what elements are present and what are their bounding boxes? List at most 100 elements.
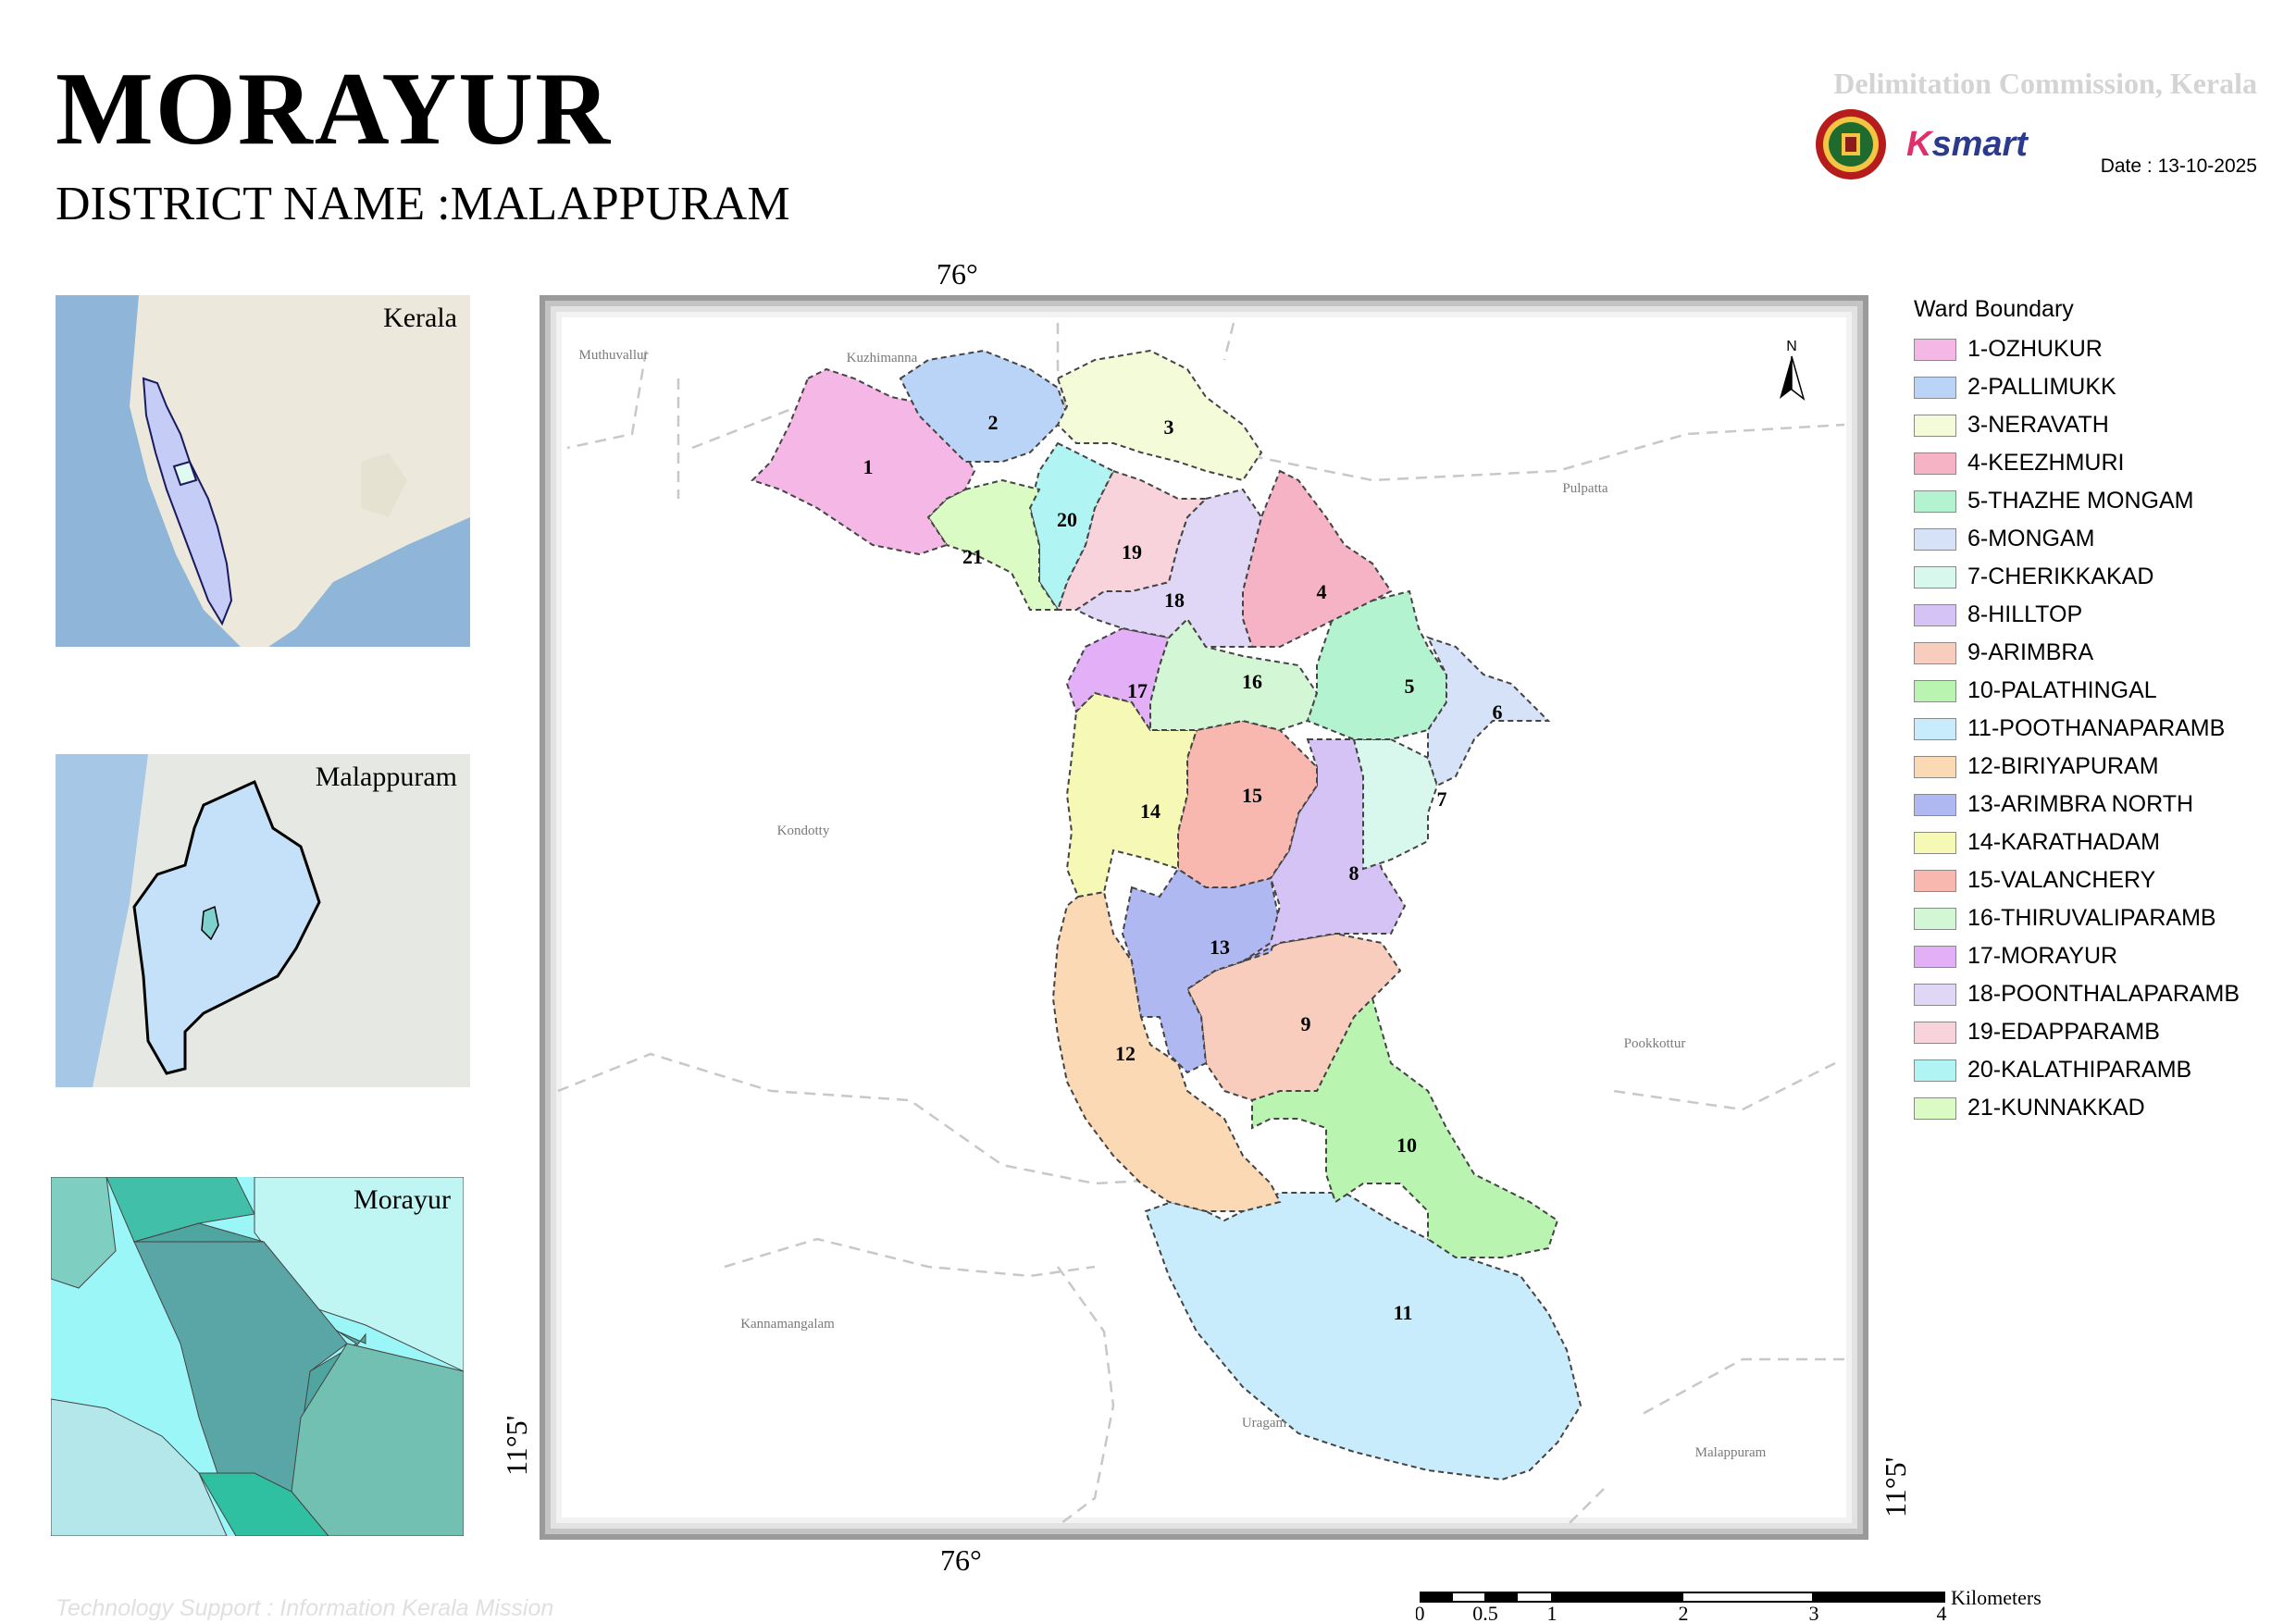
ward-number-20: 20 xyxy=(1057,508,1077,531)
ward-number-5: 5 xyxy=(1405,675,1415,698)
scale-bar: Kilometers 0 0.5 1 2 3 4 xyxy=(1416,1588,2042,1621)
legend-label: 7-CHERIKKAKAD xyxy=(1967,564,2154,589)
ward-number-13: 13 xyxy=(1210,935,1230,959)
legend-item: 16-THIRUVALIPARAMB xyxy=(1914,899,2240,937)
ward-number-16: 16 xyxy=(1242,670,1262,693)
legend-item: 19-EDAPPARAMB xyxy=(1914,1013,2240,1051)
ward-number-21: 21 xyxy=(962,545,983,568)
legend-label: 9-ARIMBRA xyxy=(1967,639,2094,665)
ward-number-7: 7 xyxy=(1437,787,1447,811)
legend-item: 2-PALLIMUKK xyxy=(1914,368,2240,406)
ward-number-4: 4 xyxy=(1317,580,1327,603)
legend-item: 14-KARATHADAM xyxy=(1914,824,2240,861)
place-muthuvallur: Muthuvallur xyxy=(579,348,649,363)
legend-label: 18-POONTHALAPARAMB xyxy=(1967,981,2240,1007)
ward-number-3: 3 xyxy=(1164,415,1174,439)
place-malappuram: Malappuram xyxy=(1695,1445,1767,1460)
legend-swatch xyxy=(1914,338,1956,361)
scale-tick-0: 0 xyxy=(1416,1602,1425,1621)
longitude-label-top: 76° xyxy=(937,257,978,291)
map-date: Date : 13-10-2025 xyxy=(2100,155,2257,177)
legend-swatch xyxy=(1914,679,1956,702)
longitude-label-bottom: 76° xyxy=(940,1543,982,1577)
legend-swatch xyxy=(1914,831,1956,854)
legend-label: 20-KALATHIPARAMB xyxy=(1967,1057,2192,1083)
legend-label: 8-HILLTOP xyxy=(1967,601,2083,627)
morayur-inset-label: Morayur xyxy=(354,1184,451,1215)
kerala-locator-map: Kerala xyxy=(56,295,470,647)
ward-map: 1 2 3 4 5 6 7 8 9 10 11 12 13 14 15 16 1… xyxy=(540,295,1868,1540)
ward-number-9: 9 xyxy=(1301,1012,1311,1035)
legend-swatch xyxy=(1914,452,1956,475)
place-kannamangalam: Kannamangalam xyxy=(740,1317,835,1332)
malappuram-locator-map: Malappuram xyxy=(56,754,470,1087)
legend-swatch xyxy=(1914,983,1956,1006)
legend-item: 4-KEEZHMURI xyxy=(1914,444,2240,482)
ward-number-1: 1 xyxy=(863,455,874,478)
legend-item: 15-VALANCHERY xyxy=(1914,861,2240,899)
ward-number-8: 8 xyxy=(1349,861,1359,885)
morayur-locator-map: Morayur xyxy=(51,1177,464,1536)
scale-tick-0-5: 0.5 xyxy=(1472,1602,1498,1621)
legend-swatch xyxy=(1914,414,1956,437)
legend-item: 1-OZHUKUR xyxy=(1914,330,2240,368)
legend-swatch xyxy=(1914,907,1956,930)
legend-swatch xyxy=(1914,793,1956,816)
legend-item: 20-KALATHIPARAMB xyxy=(1914,1051,2240,1089)
legend-swatch xyxy=(1914,755,1956,778)
legend-item: 18-POONTHALAPARAMB xyxy=(1914,975,2240,1013)
legend-item: 9-ARIMBRA xyxy=(1914,634,2240,672)
scale-tick-4: 4 xyxy=(1937,1602,1947,1621)
legend-swatch xyxy=(1914,1021,1956,1044)
latitude-label-right: 11°5' xyxy=(1879,1456,1912,1518)
legend-label: 4-KEEZHMURI xyxy=(1967,450,2125,476)
ward-number-2: 2 xyxy=(988,411,999,434)
ward-number-18: 18 xyxy=(1164,588,1185,612)
district-name: DISTRICT NAME :MALAPPURAM xyxy=(56,178,790,230)
ward-number-15: 15 xyxy=(1242,784,1262,807)
legend-label: 16-THIRUVALIPARAMB xyxy=(1967,905,2216,931)
place-uragam: Uragam xyxy=(1242,1416,1287,1431)
legend-swatch xyxy=(1914,1096,1956,1120)
legend-label: 11-POOTHANAPARAMB xyxy=(1967,715,2226,741)
legend-swatch xyxy=(1914,565,1956,588)
legend-item: 10-PALATHINGAL xyxy=(1914,672,2240,710)
legend-label: 19-EDAPPARAMB xyxy=(1967,1019,2160,1045)
legend-swatch xyxy=(1914,641,1956,664)
legend-label: 2-PALLIMUKK xyxy=(1967,374,2116,400)
ward-number-19: 19 xyxy=(1122,540,1142,564)
ward-number-10: 10 xyxy=(1396,1134,1417,1157)
scale-tick-1: 1 xyxy=(1547,1602,1558,1621)
legend-item: 13-ARIMBRA NORTH xyxy=(1914,786,2240,824)
scale-tick-3: 3 xyxy=(1809,1602,1819,1621)
legend-label: 1-OZHUKUR xyxy=(1967,336,2103,362)
scale-unit: Kilometers xyxy=(1951,1588,2042,1609)
legend-label: 15-VALANCHERY xyxy=(1967,867,2156,893)
legend-swatch xyxy=(1914,869,1956,892)
legend-item: 21-KUNNAKKAD xyxy=(1914,1089,2240,1127)
legend-swatch xyxy=(1914,527,1956,551)
legend-item: 11-POOTHANAPARAMB xyxy=(1914,710,2240,748)
legend-item: 6-MONGAM xyxy=(1914,520,2240,558)
place-kuzhimanna: Kuzhimanna xyxy=(847,351,918,365)
scale-ticks: 0 0.5 1 2 3 4 xyxy=(1416,1602,1947,1621)
legend-label: 10-PALATHINGAL xyxy=(1967,677,2157,703)
legend-label: 5-THAZHE MONGAM xyxy=(1967,488,2194,514)
latitude-label-left: 11°5' xyxy=(500,1415,533,1476)
legend-swatch xyxy=(1914,945,1956,968)
legend: Ward Boundary 1-OZHUKUR 2-PALLIMUKK 3-NERA… xyxy=(1914,296,2240,1127)
legend-item: 7-CHERIKKAKAD xyxy=(1914,558,2240,596)
legend-swatch xyxy=(1914,489,1956,513)
ward-number-12: 12 xyxy=(1115,1042,1136,1065)
ward-number-14: 14 xyxy=(1140,799,1160,823)
legend-label: 12-BIRIYAPURAM xyxy=(1967,753,2159,779)
ward-number-6: 6 xyxy=(1493,700,1503,724)
kerala-inset-label: Kerala xyxy=(383,303,457,333)
legend-label: 3-NERAVATH xyxy=(1967,412,2109,438)
place-kondotty: Kondotty xyxy=(777,824,830,838)
scale-tick-2: 2 xyxy=(1679,1602,1689,1621)
legend-swatch xyxy=(1914,717,1956,740)
ward-number-17: 17 xyxy=(1127,679,1148,702)
place-pulpatta: Pulpatta xyxy=(1562,481,1608,496)
svg-text:N: N xyxy=(1786,339,1797,354)
